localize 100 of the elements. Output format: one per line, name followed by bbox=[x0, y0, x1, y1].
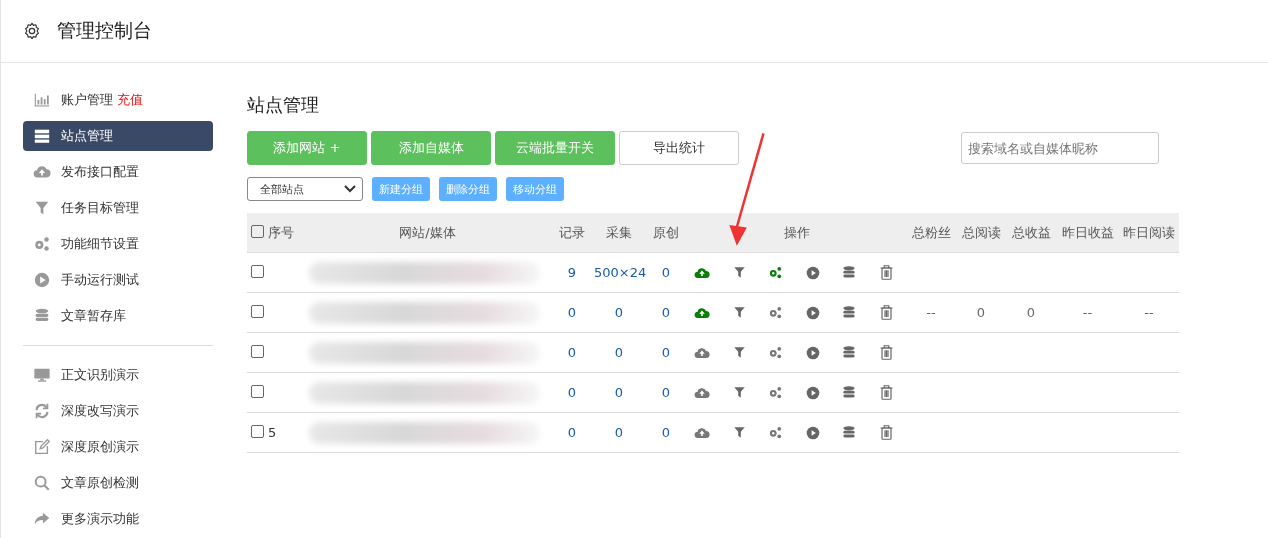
table-cell: 0 bbox=[567, 305, 577, 320]
row-number: 5 bbox=[268, 425, 277, 440]
play-icon[interactable] bbox=[805, 425, 820, 440]
table-cell: -- bbox=[926, 305, 936, 320]
gears-icon[interactable] bbox=[768, 305, 784, 320]
table-cell: 0 bbox=[661, 385, 671, 400]
cloud-upload-icon[interactable] bbox=[694, 306, 710, 319]
action-button[interactable]: 导出统计 bbox=[619, 131, 739, 165]
console-title: 管理控制台 bbox=[57, 18, 152, 43]
sidebar-label: 深度原创演示 bbox=[61, 438, 139, 456]
sidebar-label: 手动运行测试 bbox=[61, 271, 139, 289]
column-header: 操作 bbox=[784, 224, 810, 240]
filter-icon[interactable] bbox=[732, 386, 746, 399]
chevron-down-icon bbox=[344, 185, 356, 193]
monitor-icon bbox=[33, 366, 51, 384]
page-title: 站点管理 bbox=[247, 93, 320, 117]
gears-icon bbox=[33, 235, 51, 253]
play-icon[interactable] bbox=[805, 345, 820, 360]
column-header: 总粉丝 bbox=[911, 224, 951, 240]
cloud-upload-icon[interactable] bbox=[694, 426, 710, 439]
trash-icon[interactable] bbox=[878, 264, 894, 281]
trash-icon[interactable] bbox=[878, 424, 894, 441]
trash-icon[interactable] bbox=[878, 384, 894, 401]
sidebar-item[interactable]: 站点管理 bbox=[23, 121, 213, 151]
trash-icon[interactable] bbox=[878, 344, 894, 361]
refresh-icon bbox=[33, 402, 51, 420]
table-cell: 0 bbox=[1026, 305, 1036, 320]
play-icon[interactable] bbox=[805, 385, 820, 400]
row-checkbox[interactable] bbox=[251, 345, 264, 358]
column-header: 网站/媒体 bbox=[399, 224, 456, 240]
table-cell: -- bbox=[1082, 305, 1093, 320]
group-select[interactable]: 全部站点 bbox=[247, 177, 363, 201]
gears-icon[interactable] bbox=[768, 265, 784, 280]
table-cell: 0 bbox=[567, 425, 577, 440]
database-icon[interactable] bbox=[842, 265, 857, 280]
gears-icon[interactable] bbox=[768, 345, 784, 360]
sidebar-label: 文章原创检测 bbox=[61, 474, 139, 492]
database-icon[interactable] bbox=[842, 385, 857, 400]
table-cell: 0 bbox=[976, 305, 986, 320]
column-header: 总收益 bbox=[1011, 224, 1051, 240]
sidebar-item[interactable]: 文章原创检测 bbox=[23, 468, 213, 498]
sidebar-item[interactable]: 功能细节设置 bbox=[23, 229, 213, 259]
gears-icon[interactable] bbox=[768, 425, 784, 440]
sidebar-label: 站点管理 bbox=[61, 127, 113, 145]
table-cell: 0 bbox=[661, 305, 671, 320]
sidebar-label: 发布接口配置 bbox=[61, 163, 139, 181]
edit-icon bbox=[33, 438, 51, 456]
table-cell: 500×24 bbox=[594, 265, 647, 280]
row-checkbox[interactable] bbox=[251, 305, 264, 318]
filter-icon[interactable] bbox=[732, 266, 746, 279]
sidebar-item[interactable]: 文章暂存库 bbox=[23, 301, 213, 331]
table-cell: 0 bbox=[661, 345, 671, 360]
search-icon bbox=[33, 474, 51, 492]
column-header: 记录 bbox=[559, 224, 585, 240]
sidebar-label: 更多演示功能 bbox=[61, 510, 139, 528]
row-checkbox[interactable] bbox=[251, 425, 264, 438]
trash-icon[interactable] bbox=[878, 304, 894, 321]
play-icon[interactable] bbox=[805, 265, 820, 280]
sidebar-item[interactable]: 深度改写演示 bbox=[23, 396, 213, 426]
filter-icon[interactable] bbox=[732, 306, 746, 319]
sidebar-item[interactable]: 账户管理 充值 bbox=[23, 85, 213, 115]
gears-icon[interactable] bbox=[768, 385, 784, 400]
table-cell: 0 bbox=[661, 265, 671, 280]
sidebar-item[interactable]: 任务目标管理 bbox=[23, 193, 213, 223]
search-field[interactable]: 搜索域名或自媒体昵称 bbox=[961, 132, 1159, 164]
cloud-upload-icon[interactable] bbox=[694, 386, 710, 399]
sidebar-item[interactable]: 更多演示功能 bbox=[23, 504, 213, 534]
database-icon[interactable] bbox=[842, 345, 857, 360]
column-header: 采集 bbox=[606, 224, 632, 240]
sidebar-item[interactable]: 深度原创演示 bbox=[23, 432, 213, 462]
sidebar-item[interactable]: 正文识别演示 bbox=[23, 360, 213, 390]
sidebar-label: 正文识别演示 bbox=[61, 366, 139, 384]
recharge-link[interactable]: 充值 bbox=[117, 91, 143, 109]
row-checkbox[interactable] bbox=[251, 265, 264, 278]
chart-icon bbox=[33, 91, 51, 109]
row-checkbox[interactable] bbox=[251, 385, 264, 398]
table-cell: 0 bbox=[614, 425, 624, 440]
cloud-upload-icon[interactable] bbox=[694, 346, 710, 359]
column-header: 昨日阅读 bbox=[1123, 224, 1175, 240]
select-all-checkbox[interactable] bbox=[251, 224, 264, 238]
sidebar-item[interactable]: 发布接口配置 bbox=[23, 157, 213, 187]
filter-icon[interactable] bbox=[732, 346, 746, 359]
settings-icon bbox=[23, 22, 41, 40]
table-cell: 9 bbox=[567, 265, 577, 280]
database-icon[interactable] bbox=[842, 305, 857, 320]
table-cell: 0 bbox=[661, 425, 671, 440]
sidebar-label: 功能细节设置 bbox=[61, 235, 139, 253]
play-icon bbox=[33, 271, 51, 289]
filter-icon[interactable] bbox=[732, 426, 746, 439]
column-header: 昨日收益 bbox=[1061, 224, 1114, 240]
database-icon[interactable] bbox=[842, 425, 857, 440]
filter-icon bbox=[33, 199, 51, 217]
cloud-upload-icon[interactable] bbox=[694, 266, 710, 279]
table-cell: 0 bbox=[614, 345, 624, 360]
table-cell: 0 bbox=[614, 305, 624, 320]
column-header: 原创 bbox=[653, 224, 679, 240]
play-icon[interactable] bbox=[805, 305, 820, 320]
sidebar-item[interactable]: 手动运行测试 bbox=[23, 265, 213, 295]
server-icon bbox=[33, 127, 51, 145]
sidebar-label: 文章暂存库 bbox=[61, 307, 126, 325]
